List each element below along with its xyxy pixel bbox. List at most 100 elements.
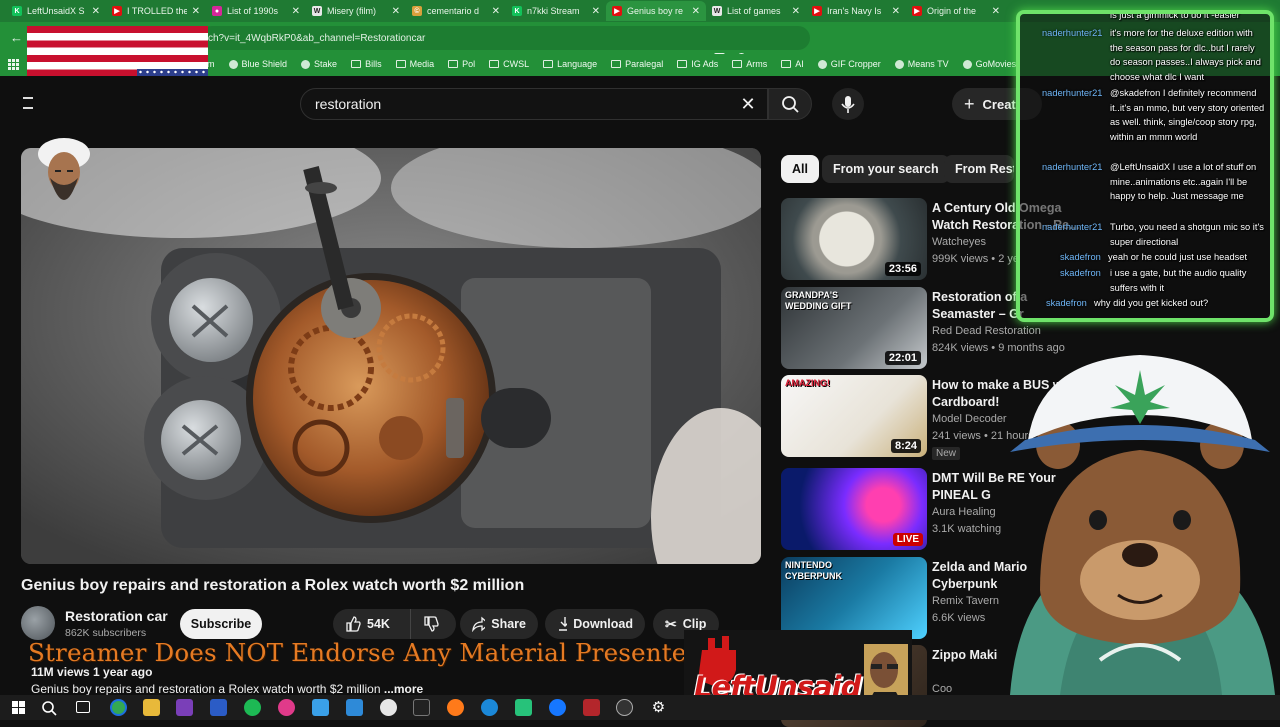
voice-search-button[interactable]	[832, 88, 864, 120]
search-icon	[782, 96, 799, 113]
share-button[interactable]: Share	[460, 609, 538, 639]
tab-close-icon[interactable]: ✕	[92, 6, 100, 17]
search-button[interactable]	[768, 88, 812, 120]
spotify-taskbar-icon[interactable]	[244, 699, 261, 716]
browser-tab[interactable]: W Misery (film) ✕	[306, 1, 406, 21]
bookmark-item[interactable]: GoMovies	[962, 59, 1016, 69]
recommendation-thumbnail[interactable]: AMAZING! 8:24	[781, 375, 927, 457]
firefox-taskbar-icon[interactable]	[447, 699, 464, 716]
bookmark-item[interactable]: Blue Shield	[228, 59, 287, 69]
browser-tab[interactable]: ▶ Iran's Navy Is ✕	[806, 1, 906, 21]
bookmark-item[interactable]: Means TV	[894, 59, 949, 69]
chrome-taskbar-icon[interactable]	[110, 699, 127, 716]
recommendation-channel[interactable]: Coo	[932, 683, 952, 695]
bookmark-item[interactable]: Media	[395, 59, 434, 69]
obs-taskbar-icon[interactable]	[616, 699, 633, 716]
bookmark-item[interactable]: IG Ads	[677, 59, 718, 69]
url-field[interactable]: ch?v=it_4WqbRkP0&ab_channel=Restorationc…	[200, 26, 810, 50]
more-link[interactable]: ...more	[384, 682, 423, 696]
recommendation-thumbnail[interactable]: LIVE	[781, 468, 927, 550]
bookmark-item[interactable]: Arms	[732, 59, 767, 69]
chip-from-channel[interactable]: From Restoration car	[944, 155, 1014, 183]
bookmark-item[interactable]: Pol	[448, 59, 475, 69]
task-view-icon[interactable]	[76, 701, 90, 713]
app-white-taskbar-icon[interactable]	[380, 699, 397, 716]
file-explorer-taskbar-icon[interactable]	[143, 699, 160, 716]
tab-close-icon[interactable]: ✕	[192, 6, 200, 17]
bookmark-item[interactable]: AI	[781, 59, 804, 69]
video-player[interactable]	[21, 148, 761, 564]
recommendation-channel[interactable]: Aura Healing	[932, 506, 996, 518]
tab-close-icon[interactable]: ✕	[492, 6, 500, 17]
edge-taskbar-icon[interactable]	[481, 699, 498, 716]
clear-search-icon[interactable]: ✕	[738, 94, 758, 114]
back-arrow-icon[interactable]: ←	[10, 30, 23, 45]
recommendation-thumbnail[interactable]: GRANDPA'S WEDDING GIFT 22:01	[781, 287, 927, 369]
folder-icon	[611, 60, 622, 68]
browser-tab[interactable]: W List of games ✕	[706, 1, 806, 21]
folder-icon	[489, 60, 500, 68]
tab-title: n7kki Stream	[527, 6, 580, 16]
bookmark-label: AI	[795, 59, 804, 69]
chip-from-your-search[interactable]: From your search	[822, 155, 950, 183]
tab-close-icon[interactable]: ✕	[592, 6, 600, 17]
app-red-taskbar-icon[interactable]	[583, 699, 600, 716]
bookmark-item[interactable]: Bills	[351, 59, 382, 69]
bookmark-item[interactable]: CWSL	[489, 59, 529, 69]
recommendation-thumbnail[interactable]: 23:56	[781, 198, 927, 280]
tab-close-icon[interactable]: ✕	[892, 6, 900, 17]
recommendation-channel[interactable]: Watcheyes	[932, 236, 986, 248]
tab-close-icon[interactable]: ✕	[292, 6, 300, 17]
folder-icon	[543, 60, 554, 68]
bear-mascot-overlay	[1000, 340, 1280, 695]
chip-all[interactable]: All	[781, 155, 819, 183]
browser-tab[interactable]: ● List of 1990s ✕	[206, 1, 306, 21]
mail-taskbar-icon[interactable]	[346, 699, 363, 716]
like-button[interactable]: 54K	[333, 609, 410, 639]
tab-title: Origin of the	[927, 6, 977, 16]
onenote-taskbar-icon[interactable]	[176, 699, 193, 716]
browser-tab[interactable]: ▶ Genius boy re ✕	[606, 1, 706, 21]
portrait-overlay-image	[36, 136, 92, 216]
windows-start-icon[interactable]	[12, 701, 25, 714]
bookmark-item[interactable]: Language	[543, 59, 597, 69]
app-blue-taskbar-icon[interactable]	[312, 699, 329, 716]
subscribe-button[interactable]: Subscribe	[180, 609, 262, 639]
description-snippet[interactable]: Genius boy repairs and restoration a Rol…	[31, 682, 423, 696]
bookmark-item[interactable]: GIF Cropper	[817, 59, 881, 69]
browser-tab[interactable]: K LeftUnsaidX S ✕	[6, 1, 106, 21]
apps-grid-icon[interactable]	[8, 59, 19, 70]
clip-label: Clip	[682, 617, 707, 631]
recommendation-thumbnail[interactable]: NINTENDO CYBERPUNK	[781, 557, 927, 639]
thumbs-down-icon	[424, 616, 439, 632]
word-taskbar-icon[interactable]	[210, 699, 227, 716]
tab-close-icon[interactable]: ✕	[692, 6, 700, 17]
app-green-taskbar-icon[interactable]	[515, 699, 532, 716]
tab-close-icon[interactable]: ✕	[392, 6, 400, 17]
recommendation-channel[interactable]: Remix Tavern	[932, 595, 999, 607]
app-dark-taskbar-icon[interactable]	[413, 699, 430, 716]
bookmark-item[interactable]: m	[207, 59, 215, 69]
recommendation-channel[interactable]: Model Decoder	[932, 413, 1007, 425]
browser-tab[interactable]: Kn7kki Stream ✕	[506, 1, 606, 21]
bookmark-item[interactable]: Paralegal	[611, 59, 663, 69]
chat-username: skadefron	[1046, 298, 1087, 308]
menu-hamburger-icon[interactable]	[23, 97, 33, 109]
taskbar-search-icon[interactable]	[40, 699, 58, 717]
recommendation-channel[interactable]: Red Dead Restoration	[932, 325, 1041, 337]
settings-gear-icon[interactable]: ⚙	[650, 699, 667, 716]
channel-name[interactable]: Restoration car	[65, 608, 168, 624]
download-button[interactable]: Download	[545, 609, 645, 639]
browser-tab[interactable]: ▶ I TROLLED the ✕	[106, 1, 206, 21]
browser-tab[interactable]: ▶ Origin of the ✕	[906, 1, 1006, 21]
tab-close-icon[interactable]: ✕	[792, 6, 800, 17]
app-pink-taskbar-icon[interactable]	[278, 699, 295, 716]
browser-tab[interactable]: © cementario d ✕	[406, 1, 506, 21]
bookmark-item[interactable]: Stake	[301, 59, 337, 69]
dislike-button[interactable]	[410, 609, 456, 639]
bookmark-label: Means TV	[907, 59, 949, 69]
messenger-taskbar-icon[interactable]	[549, 699, 566, 716]
search-input[interactable]: restoration	[300, 88, 768, 120]
channel-avatar[interactable]	[21, 606, 55, 640]
tab-close-icon[interactable]: ✕	[992, 6, 1000, 17]
